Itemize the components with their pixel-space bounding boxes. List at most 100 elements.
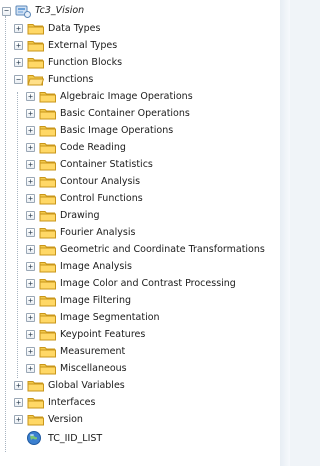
tree-item-label: TC_IID_LIST: [48, 432, 103, 444]
tree-item-function-category[interactable]: + Basic Container Operations: [0, 105, 280, 122]
folder-icon: [39, 90, 56, 103]
globe-icon: [26, 430, 42, 446]
tree-item-function-category[interactable]: + Drawing: [0, 207, 280, 224]
tree-item-function-category[interactable]: + Container Statistics: [0, 156, 280, 173]
expand-icon[interactable]: +: [14, 398, 23, 407]
folder-icon: [39, 311, 56, 324]
tree-item-label: Code Reading: [60, 142, 126, 153]
tree-item-function-category[interactable]: + Miscellaneous: [0, 360, 280, 377]
expand-icon[interactable]: +: [26, 109, 35, 118]
folder-icon: [27, 413, 44, 426]
expand-icon[interactable]: +: [14, 58, 23, 67]
folder-icon: [27, 39, 44, 52]
folder-icon: [39, 226, 56, 239]
tree-item-global-variables[interactable]: + Global Variables: [0, 377, 280, 394]
expand-icon[interactable]: +: [26, 279, 35, 288]
expand-icon[interactable]: +: [26, 194, 35, 203]
expand-icon[interactable]: +: [14, 381, 23, 390]
tree-item-label: Measurement: [60, 346, 126, 357]
folder-icon: [27, 56, 44, 69]
tree-item-function-category[interactable]: + Algebraic Image Operations: [0, 88, 280, 105]
tree-item-external-types[interactable]: + External Types: [0, 37, 280, 54]
expand-icon[interactable]: +: [26, 330, 35, 339]
tree-item-label: Version: [48, 414, 83, 425]
tree-item-label: Global Variables: [48, 380, 125, 391]
tree-root-node[interactable]: − Tc3_Vision: [0, 2, 280, 20]
tree-item-label: Algebraic Image Operations: [60, 91, 193, 102]
tree-item-function-category[interactable]: + Control Functions: [0, 190, 280, 207]
folder-icon: [39, 141, 56, 154]
tree-item-label: Contour Analysis: [60, 176, 141, 187]
tree-item-label: Image Segmentation: [60, 312, 160, 323]
expand-icon[interactable]: +: [26, 347, 35, 356]
tree-item-function-category[interactable]: + Keypoint Features: [0, 326, 280, 343]
tree-item-tc-iid-list[interactable]: TC_IID_LIST: [0, 428, 280, 448]
expand-icon[interactable]: +: [26, 313, 35, 322]
tree-item-label: Keypoint Features: [60, 329, 146, 340]
folder-icon: [39, 294, 56, 307]
tree-item-label: Image Analysis: [60, 261, 132, 272]
folder-icon: [39, 192, 56, 205]
tree-item-function-category[interactable]: + Contour Analysis: [0, 173, 280, 190]
expand-icon[interactable]: +: [14, 24, 23, 33]
tree-item-function-category[interactable]: + Image Filtering: [0, 292, 280, 309]
tree-item-data-types[interactable]: + Data Types: [0, 20, 280, 37]
folder-icon: [27, 379, 44, 392]
folder-icon: [39, 107, 56, 120]
plc-project-icon: [15, 4, 31, 18]
collapse-icon[interactable]: −: [14, 75, 23, 84]
expand-icon[interactable]: +: [26, 160, 35, 169]
expand-icon[interactable]: +: [14, 415, 23, 424]
tree-item-function-category[interactable]: + Geometric and Coordinate Transformation…: [0, 241, 280, 258]
expand-icon[interactable]: +: [26, 245, 35, 254]
folder-icon: [39, 209, 56, 222]
expand-icon[interactable]: +: [26, 177, 35, 186]
folder-icon: [27, 396, 44, 409]
expand-icon[interactable]: +: [26, 92, 35, 101]
tree-item-function-category[interactable]: + Basic Image Operations: [0, 122, 280, 139]
expand-icon[interactable]: +: [26, 296, 35, 305]
folder-icon: [27, 22, 44, 35]
tree-item-interfaces[interactable]: + Interfaces: [0, 394, 280, 411]
tree-item-label: Miscellaneous: [60, 363, 127, 374]
expand-icon[interactable]: +: [26, 143, 35, 152]
folder-icon: [39, 362, 56, 375]
tree-item-version[interactable]: + Version: [0, 411, 280, 428]
tree-item-function-category[interactable]: + Image Color and Contrast Processing: [0, 275, 280, 292]
tree-item-function-category[interactable]: + Image Analysis: [0, 258, 280, 275]
expand-icon[interactable]: +: [26, 211, 35, 220]
solution-explorer-panel: − Tc3_Vision + Data Types + External Typ…: [0, 0, 280, 466]
tree-item-label: Fourier Analysis: [60, 227, 136, 238]
tree-item-function-category[interactable]: + Fourier Analysis: [0, 224, 280, 241]
folder-icon: [39, 175, 56, 188]
folder-icon: [39, 124, 56, 137]
project-tree: − Tc3_Vision + Data Types + External Typ…: [0, 2, 280, 448]
expand-icon[interactable]: +: [26, 262, 35, 271]
tree-item-label: Geometric and Coordinate Transformations: [60, 244, 265, 255]
tree-item-label: Drawing: [60, 210, 100, 221]
tree-item-label: Control Functions: [60, 193, 143, 204]
tree-item-label: External Types: [48, 40, 118, 51]
tree-item-function-blocks[interactable]: + Function Blocks: [0, 54, 280, 71]
tree-item-label: Image Filtering: [60, 295, 131, 306]
tree-item-label: Basic Container Operations: [60, 108, 190, 119]
folder-icon: [39, 260, 56, 273]
expand-icon[interactable]: +: [26, 364, 35, 373]
tree-item-function-category[interactable]: + Image Segmentation: [0, 309, 280, 326]
tree-root-label: Tc3_Vision: [35, 5, 85, 16]
tree-item-label: Container Statistics: [60, 159, 153, 170]
tree-item-label: Interfaces: [48, 397, 96, 408]
expand-icon[interactable]: +: [14, 41, 23, 50]
tree-item-label: Image Color and Contrast Processing: [60, 278, 236, 289]
expand-icon[interactable]: +: [26, 126, 35, 135]
tree-item-functions[interactable]: − Functions: [0, 71, 280, 88]
tree-item-label: Basic Image Operations: [60, 125, 174, 136]
folder-icon: [39, 277, 56, 290]
tree-item-function-category[interactable]: + Code Reading: [0, 139, 280, 156]
tree-item-function-category[interactable]: + Measurement: [0, 343, 280, 360]
tree-item-label: Data Types: [48, 23, 101, 34]
folder-icon: [39, 345, 56, 358]
collapse-icon[interactable]: −: [2, 6, 11, 16]
folder-icon: [39, 158, 56, 171]
expand-icon[interactable]: +: [26, 228, 35, 237]
